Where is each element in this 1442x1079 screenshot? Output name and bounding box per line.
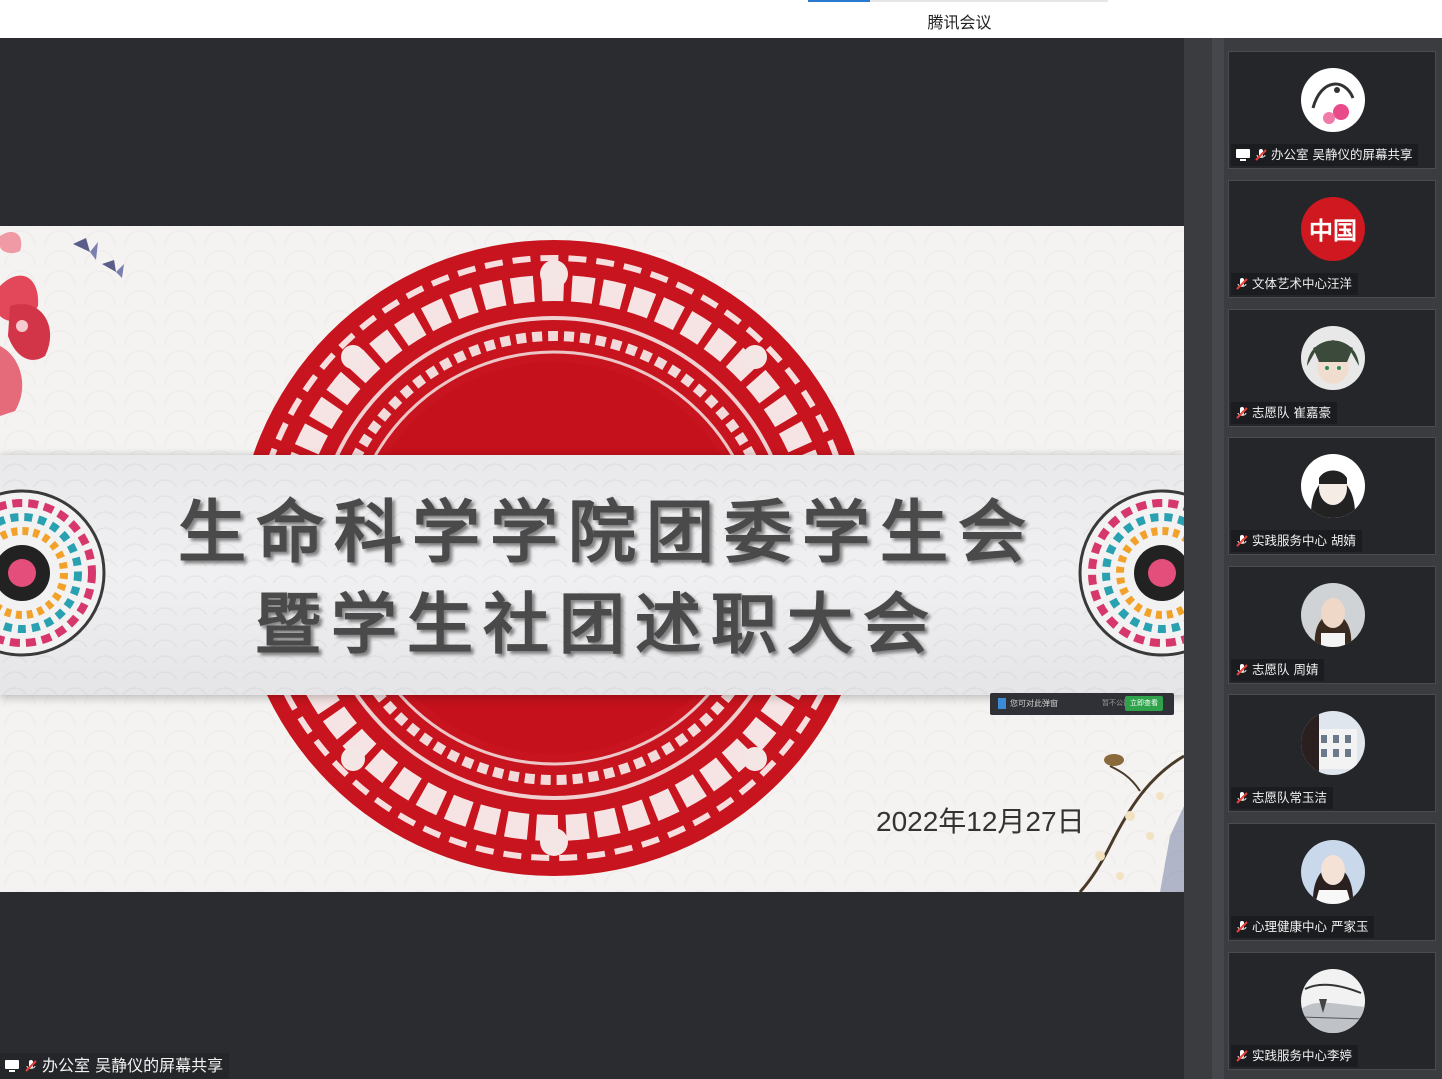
ornament-right bbox=[1078, 489, 1184, 657]
slide-title-line-2: 暨学生社团述职大会 bbox=[255, 585, 939, 663]
mic-muted-icon bbox=[1236, 921, 1248, 933]
participant-label: 办公室 吴静仪的屏幕共享 bbox=[1231, 144, 1419, 166]
presenter-name: 办公室 吴静仪的屏幕共享 bbox=[42, 1056, 224, 1075]
participant-avatar bbox=[1301, 840, 1365, 904]
participant-avatar: 中国 bbox=[1301, 197, 1365, 261]
participant-avatar bbox=[1301, 711, 1365, 775]
title-banner: 生命科学学院团委学生会 暨学生社团述职大会 bbox=[0, 455, 1184, 695]
participant-name: 志愿队 周婧 bbox=[1252, 662, 1319, 677]
participant-name: 实践服务中心李婷 bbox=[1252, 1048, 1353, 1063]
window-title: 腾讯会议 bbox=[927, 13, 992, 32]
participant-tile[interactable]: 心理健康中心 严家玉 bbox=[1228, 823, 1436, 941]
notice-popup[interactable]: 您可对此弹窗 暂不公告 立即查看 bbox=[990, 693, 1174, 715]
mic-muted-icon bbox=[1236, 792, 1248, 804]
slide-date: 2022年12月27日 bbox=[876, 806, 1085, 837]
participant-label: 志愿队 崔嘉豪 bbox=[1231, 402, 1337, 424]
mic-muted-icon bbox=[1255, 149, 1267, 161]
shared-screen-stage[interactable]: 生命科学学院团委学生会 暨学生社团述职大会 2022年12月27日 您可对此弹窗… bbox=[0, 38, 1184, 1079]
svg-text:中国: 中国 bbox=[1309, 217, 1357, 245]
notice-text: 您可对此弹窗 bbox=[1010, 699, 1058, 708]
participant-label: 志愿队 周婧 bbox=[1231, 659, 1325, 681]
participant-avatar bbox=[1301, 326, 1365, 390]
participant-name: 心理健康中心 严家玉 bbox=[1252, 919, 1369, 934]
notice-icon bbox=[998, 698, 1006, 709]
participant-name: 办公室 吴静仪的屏幕共享 bbox=[1271, 147, 1413, 162]
mic-muted-icon bbox=[25, 1060, 37, 1072]
slide-title-line-1: 生命科学学院团委学生会 bbox=[177, 493, 1036, 573]
screen-share-icon bbox=[5, 1060, 19, 1072]
participant-label: 实践服务中心 胡婧 bbox=[1231, 530, 1362, 552]
ornament-left bbox=[0, 489, 106, 657]
participant-tile[interactable]: 实践服务中心 胡婧 bbox=[1228, 437, 1436, 555]
mic-muted-icon bbox=[1236, 407, 1248, 419]
screen-share-icon bbox=[1236, 149, 1250, 161]
participant-avatar bbox=[1301, 583, 1365, 647]
participant-avatar bbox=[1301, 454, 1365, 518]
mic-muted-icon bbox=[1236, 535, 1248, 547]
participant-name: 志愿队 崔嘉豪 bbox=[1252, 405, 1331, 420]
presentation-slide: 生命科学学院团委学生会 暨学生社团述职大会 2022年12月27日 您可对此弹窗… bbox=[0, 226, 1184, 892]
presenter-label: 办公室 吴静仪的屏幕共享 bbox=[0, 1053, 230, 1079]
mic-muted-icon bbox=[1236, 1050, 1248, 1062]
participant-avatar bbox=[1301, 68, 1365, 132]
participant-label: 心理健康中心 严家玉 bbox=[1231, 916, 1375, 938]
participant-name: 实践服务中心 胡婧 bbox=[1252, 533, 1356, 548]
participant-tile[interactable]: 中国文体艺术中心汪洋 bbox=[1228, 180, 1436, 298]
notice-view-button[interactable]: 立即查看 bbox=[1125, 696, 1163, 711]
participant-avatar bbox=[1301, 969, 1365, 1033]
participant-label: 实践服务中心李婷 bbox=[1231, 1045, 1359, 1067]
participant-label: 文体艺术中心汪洋 bbox=[1231, 273, 1359, 295]
mic-muted-icon bbox=[1236, 664, 1248, 676]
participant-name: 文体艺术中心汪洋 bbox=[1252, 276, 1353, 291]
title-bar: 腾讯会议 bbox=[0, 0, 1442, 38]
butterfly-decoration bbox=[73, 238, 124, 278]
participant-tile[interactable]: 志愿队 崔嘉豪 bbox=[1228, 309, 1436, 427]
participant-tile[interactable]: 实践服务中心李婷 bbox=[1228, 952, 1436, 1070]
sidebar-scrollbar[interactable] bbox=[1212, 38, 1224, 1079]
tab-indicator-active bbox=[808, 0, 870, 2]
participant-tile[interactable]: 办公室 吴静仪的屏幕共享 bbox=[1228, 51, 1436, 169]
participant-label: 志愿队常玉洁 bbox=[1231, 787, 1334, 809]
participant-tile[interactable]: 志愿队 周婧 bbox=[1228, 566, 1436, 684]
participant-name: 志愿队常玉洁 bbox=[1252, 790, 1328, 805]
mic-muted-icon bbox=[1236, 278, 1248, 290]
tab-indicator-track bbox=[808, 0, 1108, 2]
participant-tile[interactable]: 志愿队常玉洁 bbox=[1228, 694, 1436, 812]
